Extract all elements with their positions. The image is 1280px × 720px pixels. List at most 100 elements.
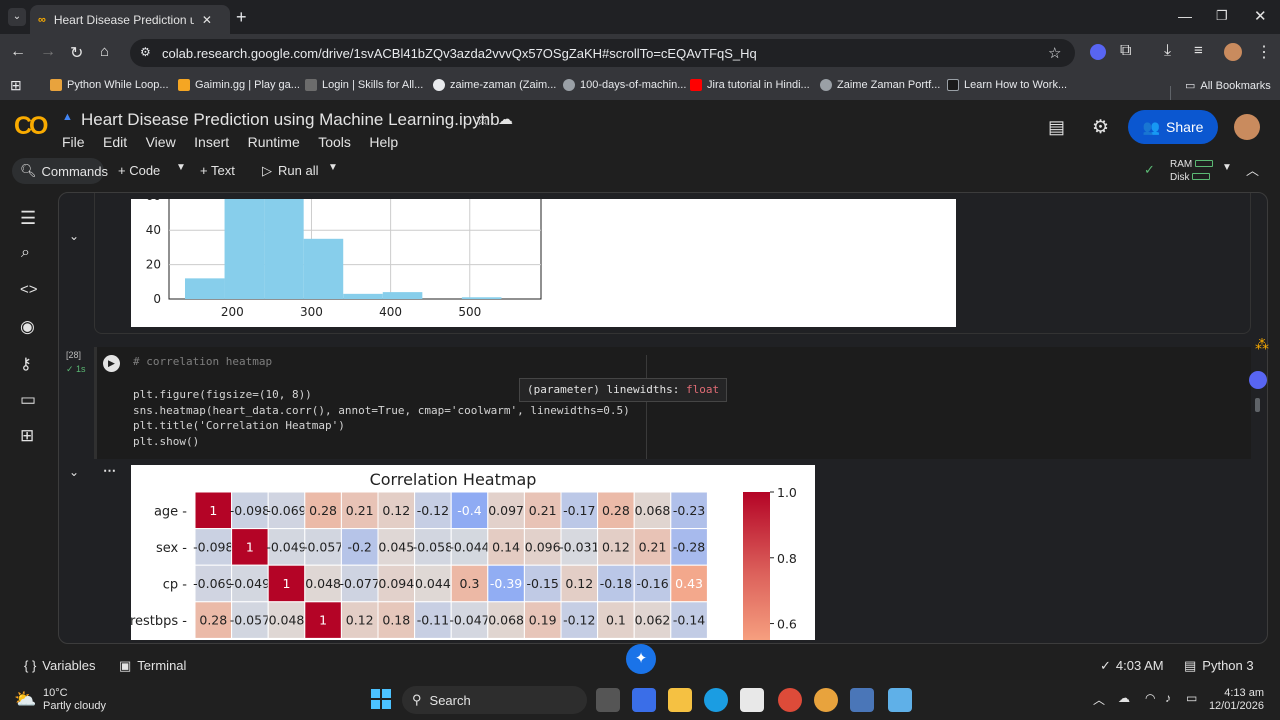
onedrive-icon[interactable]: ☁	[1118, 691, 1130, 705]
cell-value-label: -0.077	[340, 576, 380, 591]
battery-icon[interactable]: ▭	[1186, 691, 1197, 705]
cell-value-label: 0.12	[602, 539, 630, 554]
home-icon[interactable]: ⌂	[100, 43, 109, 60]
menu-tools[interactable]: Tools	[318, 134, 351, 150]
task-view-icon[interactable]	[596, 688, 620, 712]
star-icon[interactable]: ☆	[475, 110, 490, 130]
row-label: trestbps -	[131, 614, 187, 629]
menu-help[interactable]: Help	[369, 134, 398, 150]
notebook-title[interactable]: Heart Disease Prediction using Machine L…	[81, 110, 500, 130]
cloud-icon[interactable]: ☁	[498, 110, 513, 128]
menu-file[interactable]: File	[62, 134, 85, 150]
run-all-dropdown-icon[interactable]: ▼	[328, 162, 338, 173]
apps-grid-icon[interactable]: ⊞	[10, 77, 22, 94]
notepad-icon[interactable]	[888, 688, 912, 712]
browser-tab-strip: ⌄ ∞ Heart Disease Prediction using ✕ + —…	[0, 0, 1280, 34]
scrollbar-thumb[interactable]	[1255, 398, 1260, 412]
site-info-icon[interactable]: ⚙	[140, 45, 151, 59]
collapse-header-icon[interactable]: ︿	[1246, 160, 1259, 179]
run-cell-button[interactable]: ▶	[103, 355, 120, 372]
menu-runtime[interactable]: Runtime	[248, 134, 300, 150]
execution-status[interactable]: ✓ 4:03 AM	[1100, 658, 1164, 674]
gemini-extension-icon[interactable]: ⁂	[1255, 336, 1269, 353]
windows-start-icon[interactable]	[371, 689, 391, 709]
code-dropdown-icon[interactable]: ▼	[176, 162, 186, 173]
weather-widget[interactable]: 10°C Partly cloudy	[43, 687, 106, 713]
all-bookmarks[interactable]: ▭ All Bookmarks	[1185, 79, 1271, 93]
files-folder-icon[interactable]: ▭	[20, 390, 36, 410]
settings-gear-icon[interactable]: ⚙	[1092, 116, 1109, 139]
collapse-output-chevron-icon[interactable]: ⌄	[69, 229, 79, 243]
bookmark-item[interactable]: Gaimin.gg | Play ga...	[178, 79, 300, 91]
browser-menu-icon[interactable]: ⋮	[1256, 42, 1272, 62]
close-window-button[interactable]: ✕	[1254, 7, 1267, 25]
table-of-contents-icon[interactable]: ☰	[20, 208, 36, 229]
bookmark-item[interactable]: Login | Skills for All...	[305, 79, 423, 91]
collapse-output-chevron-icon[interactable]: ⌄	[69, 465, 79, 479]
resource-monitor[interactable]: RAM Disk	[1170, 158, 1214, 184]
cell-value-label: -0.2	[348, 539, 372, 554]
secrets-key-icon[interactable]: ⚷	[20, 354, 32, 374]
bookmark-item[interactable]: Python While Loop...	[50, 79, 169, 91]
code-snippets-icon[interactable]: <>	[20, 281, 38, 298]
reload-icon[interactable]: ↻	[70, 43, 83, 63]
wifi-icon[interactable]: ◠	[1145, 691, 1155, 705]
volume-icon[interactable]: ♪	[1165, 691, 1171, 705]
menu-insert[interactable]: Insert	[194, 134, 229, 150]
variables-button[interactable]: { } Variables	[24, 658, 96, 673]
share-button[interactable]: 👥 Share	[1128, 110, 1218, 144]
maximize-button[interactable]: ❐	[1216, 8, 1228, 24]
user-avatar[interactable]	[1234, 114, 1260, 140]
add-text-button[interactable]: + Text	[200, 163, 235, 178]
run-all-button[interactable]: ▷ Run all	[262, 163, 318, 179]
chrome-profile-icon[interactable]	[814, 688, 838, 712]
runtime-dropdown-icon[interactable]: ▼	[1222, 162, 1232, 173]
add-code-button[interactable]: + Code	[118, 163, 160, 178]
gemini-button[interactable]: ✦	[626, 644, 656, 674]
bookmark-item[interactable]: 100-days-of-machin...	[563, 79, 686, 91]
comments-icon[interactable]: ▤	[1048, 117, 1065, 138]
cell-value-label: 1	[283, 576, 291, 591]
active-tab[interactable]: ∞ Heart Disease Prediction using ✕	[30, 5, 230, 34]
tab-close-icon[interactable]: ✕	[202, 13, 212, 27]
bookmark-item[interactable]: Jira tutorial in Hindi...	[690, 79, 810, 91]
edge-browser-icon[interactable]	[704, 688, 728, 712]
tab-search-button[interactable]: ⌄	[8, 8, 26, 26]
system-clock[interactable]: 4:13 am 12/01/2026	[1206, 687, 1264, 713]
floating-extension-icon[interactable]	[1249, 371, 1267, 389]
row-label: cp -	[163, 578, 188, 593]
bookmark-item[interactable]: Zaime Zaman Portf...	[820, 79, 940, 91]
menu-view[interactable]: View	[146, 134, 176, 150]
bookmark-favicon-icon	[178, 79, 190, 91]
file-explorer-icon[interactable]	[668, 688, 692, 712]
minimize-button[interactable]: —	[1178, 8, 1192, 24]
commands-button[interactable]: 🔍︎ Commands	[12, 158, 108, 184]
colab-logo[interactable]: CO	[14, 112, 48, 141]
find-replace-icon[interactable]: ⌕	[21, 244, 30, 262]
variables-inspector-icon[interactable]: ◉	[20, 317, 35, 337]
extensions-puzzle-icon[interactable]: ⧉	[1120, 42, 1131, 60]
output-menu-icon[interactable]: ⋯	[103, 463, 116, 479]
download-icon[interactable]: ⤓	[1164, 42, 1171, 60]
runtime-type[interactable]: ▤ Python 3	[1184, 658, 1254, 674]
profile-avatar[interactable]	[1224, 43, 1242, 61]
bookmark-star-icon[interactable]: ☆	[1048, 44, 1061, 62]
terminal-button[interactable]: ▣ Terminal	[119, 658, 186, 674]
taskbar-search-box[interactable]: ⚲ Search	[402, 686, 587, 714]
bookmark-item[interactable]: zaime-zaman (Zaim...	[433, 79, 556, 91]
tray-overflow-icon[interactable]: ︿	[1093, 691, 1105, 708]
back-arrow-icon[interactable]: ←	[10, 43, 26, 61]
menu-edit[interactable]: Edit	[103, 134, 127, 150]
copilot-app-icon[interactable]	[632, 688, 656, 712]
new-tab-button[interactable]: +	[236, 7, 247, 28]
address-bar[interactable]: ⚙ colab.research.google.com/drive/1svACB…	[130, 39, 1075, 67]
remote-desktop-icon[interactable]	[850, 688, 874, 712]
data-table-icon[interactable]: ⊞	[20, 426, 34, 446]
media-icon[interactable]: ≡	[1194, 42, 1203, 59]
bookmark-item[interactable]: Learn How to Work...	[947, 79, 1067, 91]
microsoft-store-icon[interactable]	[740, 688, 764, 712]
chrome-browser-icon[interactable]	[778, 688, 802, 712]
bookmarks-bar: ⊞ Python While Loop... Gaimin.gg | Play …	[0, 72, 1280, 100]
forward-arrow-icon[interactable]: →	[40, 43, 56, 61]
extension-icon[interactable]	[1090, 44, 1106, 60]
